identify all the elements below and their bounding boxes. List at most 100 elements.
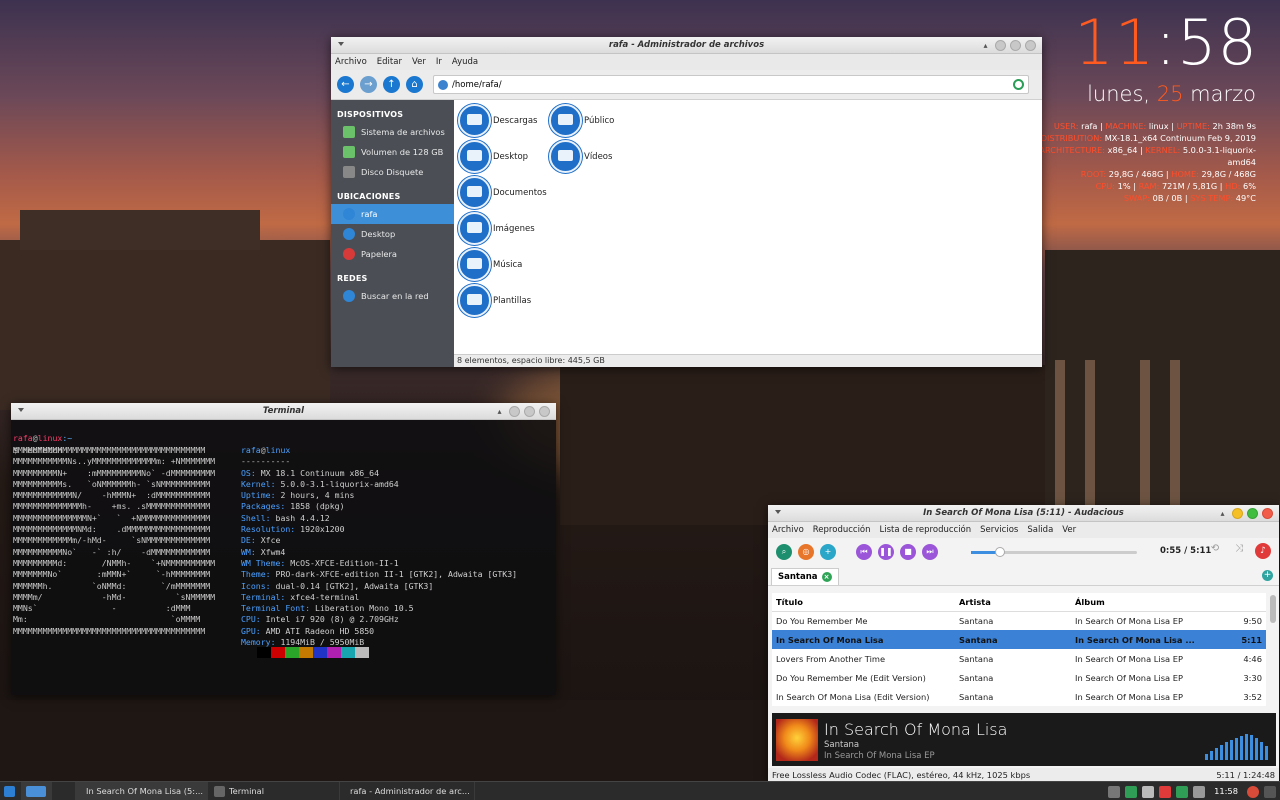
shade-icon[interactable]: ▴ [1217, 508, 1228, 519]
sidebar-item-browse-network[interactable]: Buscar en la red [331, 286, 454, 306]
sidebar-item-home[interactable]: rafa [331, 204, 454, 224]
tab-santana[interactable]: Santana × [771, 568, 839, 585]
terminal-body[interactable]: rafa@linux:~ $ neofetch MMMMMMMMMMMMMMMMM… [11, 420, 556, 695]
maximize-button[interactable] [524, 406, 535, 417]
audacious-titlebar[interactable]: In Search Of Mona Lisa (5:11) - Audaciou… [768, 505, 1279, 522]
folder-descargas[interactable]: Descargas [458, 104, 537, 137]
home-folder-icon [343, 208, 355, 220]
seek-knob[interactable] [995, 547, 1005, 557]
pause-icon[interactable]: ❚❚ [878, 544, 894, 560]
minimize-button[interactable] [995, 40, 1006, 51]
desktop-folder-icon [458, 140, 491, 173]
menu-ir[interactable]: Ir [436, 57, 442, 67]
playlist-scrollbar[interactable] [1270, 595, 1276, 623]
playlist-row[interactable]: Lovers From Another Time Santana In Search… [772, 649, 1266, 668]
up-icon[interactable]: ↑ [383, 76, 400, 93]
wallpaper-icon[interactable] [1264, 785, 1276, 798]
previous-icon[interactable]: ⏮ [856, 544, 872, 560]
usb-icon[interactable] [1142, 785, 1155, 798]
col-title[interactable]: Título [772, 593, 955, 612]
menu-ayuda[interactable]: Ayuda [452, 57, 478, 67]
shade-icon[interactable]: ▴ [494, 406, 505, 417]
playlist-row[interactable]: Do You Remember Me (Edit Version) Santana… [772, 668, 1266, 687]
show-desktop-button[interactable] [0, 781, 22, 800]
add-playlist-icon[interactable]: + [1262, 570, 1273, 581]
home-icon[interactable]: ⌂ [406, 76, 423, 93]
folder-publico[interactable]: Público [549, 104, 614, 137]
playlist-row[interactable]: In Search Of Mona Lisa Santana In Search O… [772, 630, 1266, 649]
folder-small-icon [438, 79, 448, 90]
reload-icon[interactable] [1013, 79, 1024, 90]
location-path: /home/rafa/ [452, 79, 502, 90]
taskbar-clock[interactable]: 11:58 [1210, 786, 1242, 798]
close-button[interactable] [1025, 40, 1036, 51]
volume-icon[interactable]: ♪ [1255, 543, 1271, 559]
taskbar-item-file-manager[interactable]: rafa - Administrador de arc... [340, 781, 475, 800]
workspace-switcher[interactable] [22, 781, 52, 800]
menu-servicios[interactable]: Servicios [980, 525, 1018, 535]
package-icon[interactable] [1108, 785, 1121, 798]
fm-titlebar[interactable]: rafa - Administrador de archivos ▴ [331, 37, 1042, 54]
seek-slider[interactable] [971, 547, 1137, 557]
volume-icon[interactable] [1159, 785, 1172, 798]
folder-musica[interactable]: Música [458, 248, 522, 281]
open-icon[interactable]: ◎ [798, 544, 814, 560]
sidebar-item-volume[interactable]: Volumen de 128 GB [331, 142, 454, 162]
shuffle-icon[interactable]: ⤨ [1231, 543, 1247, 559]
minimize-button[interactable] [1232, 508, 1243, 519]
playlist-row[interactable]: Do You Remember Me Santana In Search Of Mo… [772, 611, 1266, 630]
col-album[interactable]: Álbum [1071, 593, 1226, 612]
menu-lista[interactable]: Lista de reproducción [880, 525, 972, 535]
minimize-button[interactable] [509, 406, 520, 417]
maximize-button[interactable] [1010, 40, 1021, 51]
neofetch-info: rafa@linux ---------- OS: MX 18.1 Continuu… [241, 445, 518, 648]
maximize-button[interactable] [1247, 508, 1258, 519]
search-icon[interactable]: ⌕ [776, 544, 792, 560]
sidebar-item-desktop[interactable]: Desktop [331, 224, 454, 244]
update-icon[interactable] [1125, 785, 1138, 798]
back-icon[interactable]: ← [337, 76, 354, 93]
network-icon[interactable] [1176, 785, 1189, 798]
folder-imagenes[interactable]: Imágenes [458, 212, 535, 245]
sidebar-item-filesystem[interactable]: Sistema de archivos [331, 122, 454, 142]
stop-icon[interactable]: ■ [900, 544, 916, 560]
col-artist[interactable]: Artista [955, 593, 1071, 612]
track-length: 9:50 [1243, 615, 1262, 626]
sidebar-item-floppy[interactable]: Disco Disquete [331, 162, 454, 182]
next-icon[interactable]: ⏭ [922, 544, 938, 560]
visualizer-bar [1205, 754, 1208, 760]
neofetch-line: CPU: Intel i7 920 (8) @ 2.709GHz [241, 614, 399, 625]
close-button[interactable] [539, 406, 550, 417]
shade-icon[interactable]: ▴ [980, 40, 991, 51]
forward-icon[interactable]: → [360, 76, 377, 93]
menu-ver[interactable]: Ver [1062, 525, 1076, 535]
user-icon[interactable] [1247, 785, 1259, 798]
taskbar-item-terminal[interactable]: Terminal [208, 781, 340, 800]
add-icon[interactable]: + [820, 544, 836, 560]
playlist-row[interactable]: In Search Of Mona Lisa (Edit Version) San… [772, 687, 1266, 706]
menu-editar[interactable]: Editar [377, 57, 402, 67]
close-tab-icon[interactable]: × [821, 572, 832, 582]
col-length [1226, 593, 1266, 612]
menu-ver[interactable]: Ver [412, 57, 426, 67]
menu-salida[interactable]: Salida [1027, 525, 1053, 535]
menu-archivo[interactable]: Archivo [335, 57, 367, 67]
menu-archivo[interactable]: Archivo [772, 525, 804, 535]
desktop-icon [4, 785, 15, 797]
close-button[interactable] [1262, 508, 1273, 519]
sidebar-item-trash[interactable]: Papelera [331, 244, 454, 264]
terminal-titlebar[interactable]: Terminal ▴ [11, 403, 556, 420]
track-title: Do You Remember Me [776, 615, 868, 626]
folder-plantillas[interactable]: Plantillas [458, 284, 531, 317]
taskbar-item-audacious[interactable]: In Search Of Mona Lisa (5:... [76, 781, 208, 800]
power-icon[interactable] [1193, 785, 1206, 798]
neofetch-line: Shell: bash 4.4.12 [241, 512, 330, 523]
location-bar[interactable]: /home/rafa/ [433, 75, 1029, 94]
folder-desktop[interactable]: Desktop [458, 140, 528, 173]
menu-reproduccion[interactable]: Reproducción [813, 525, 871, 535]
color-swatch [285, 647, 299, 658]
folder-documentos[interactable]: Documentos [458, 176, 547, 209]
neofetch-line: OS: MX 18.1 Continuum x86_64 [241, 467, 380, 478]
repeat-icon[interactable]: ⟲ [1207, 543, 1223, 559]
folder-videos[interactable]: Vídeos [549, 140, 612, 173]
